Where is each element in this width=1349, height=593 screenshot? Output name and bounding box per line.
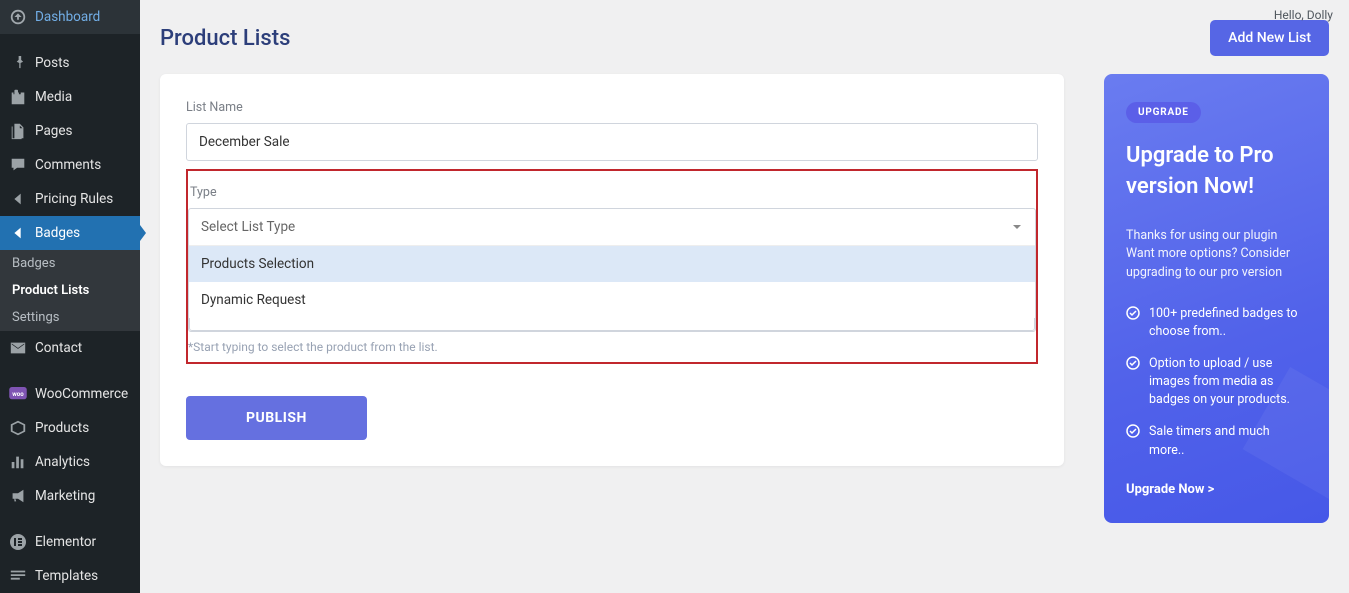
page-header: Product Lists Add New List (160, 20, 1329, 56)
megaphone-icon (8, 486, 28, 506)
bars-icon (8, 452, 28, 472)
submenu-item-product-lists[interactable]: Product Lists (0, 277, 140, 304)
sidebar-item-label: Contact (35, 340, 82, 356)
type-field-highlighted: Type Select List Type Products Selection… (186, 169, 1038, 364)
upgrade-now-link[interactable]: Upgrade Now > (1126, 482, 1214, 497)
upgrade-description: Thanks for using our plugin Want more op… (1126, 227, 1307, 283)
sidebar-item-label: WooCommerce (35, 386, 128, 402)
upgrade-feature-3: Sale timers and much more.. (1126, 423, 1307, 459)
sidebar-item-badges[interactable]: Badges (0, 216, 140, 250)
sidebar-item-label: Comments (35, 157, 101, 173)
sidebar-item-label: Pages (35, 123, 73, 139)
upgrade-pill: UPGRADE (1126, 102, 1201, 123)
publish-button[interactable]: PUBLISH (186, 396, 367, 440)
type-select[interactable]: Select List Type Products Selection Dyna… (188, 208, 1036, 332)
svg-text:woo: woo (12, 391, 24, 398)
sidebar-item-label: Templates (35, 568, 98, 584)
sidebar-item-posts[interactable]: Posts (0, 46, 140, 80)
page-title: Product Lists (160, 26, 290, 51)
sidebar-item-label: Pricing Rules (35, 191, 113, 207)
type-search-partial[interactable] (189, 318, 1035, 331)
elementor-icon (8, 532, 28, 552)
upgrade-feature-text: Option to upload / use images from media… (1149, 355, 1307, 409)
sidebar-item-marketing[interactable]: Marketing (0, 479, 140, 513)
list-name-label: List Name (186, 100, 1038, 115)
type-label: Type (188, 185, 1036, 200)
sidebar-item-comments[interactable]: Comments (0, 148, 140, 182)
pages-icon (8, 121, 28, 141)
upgrade-feature-text: 100+ predefined badges to choose from.. (1149, 305, 1307, 341)
sidebar-item-woocommerce[interactable]: woo WooCommerce (0, 377, 140, 411)
sidebar-item-label: Media (35, 89, 72, 105)
upgrade-feature-1: 100+ predefined badges to choose from.. (1126, 305, 1307, 341)
main-content: Hello, Dolly Product Lists Add New List … (140, 0, 1349, 593)
list-form-card: List Name Type Select List Type Products… (160, 74, 1064, 466)
check-icon (1126, 306, 1140, 320)
media-icon (8, 87, 28, 107)
sidebar-item-label: Posts (35, 55, 69, 71)
type-hint-text: *Start typing to select the product from… (188, 340, 1036, 354)
upgrade-title: Upgrade to Pro version Now! (1126, 141, 1307, 203)
type-select-placeholder: Select List Type (201, 219, 295, 235)
sidebar-item-templates[interactable]: Templates (0, 559, 140, 593)
sidebar-item-label: Marketing (35, 488, 95, 504)
sidebar-item-label: Badges (35, 225, 80, 241)
type-option-dynamic-request[interactable]: Dynamic Request (189, 282, 1035, 318)
comment-icon (8, 155, 28, 175)
sidebar-item-products[interactable]: Products (0, 411, 140, 445)
templates-icon (8, 566, 28, 586)
sidebar-item-analytics[interactable]: Analytics (0, 445, 140, 479)
check-icon (1126, 424, 1140, 438)
admin-sidebar: Dashboard Posts Media Pages Comments Pri… (0, 0, 140, 593)
submenu-item-settings[interactable]: Settings (0, 304, 140, 331)
back-icon (8, 223, 28, 243)
sidebar-item-dashboard[interactable]: Dashboard (0, 0, 140, 34)
chevron-down-icon (1011, 221, 1023, 233)
pin-icon (8, 53, 28, 73)
upgrade-promo-card: UPGRADE Upgrade to Pro version Now! Than… (1104, 74, 1329, 523)
sidebar-item-pricing-rules[interactable]: Pricing Rules (0, 182, 140, 216)
dashboard-icon (8, 7, 28, 27)
sidebar-item-pages[interactable]: Pages (0, 114, 140, 148)
type-select-header[interactable]: Select List Type (189, 209, 1035, 245)
sidebar-item-contact[interactable]: Contact (0, 331, 140, 365)
list-name-input[interactable] (186, 123, 1038, 161)
mail-icon (8, 338, 28, 358)
upgrade-feature-text: Sale timers and much more.. (1149, 423, 1307, 459)
type-option-products-selection[interactable]: Products Selection (189, 246, 1035, 282)
upgrade-feature-2: Option to upload / use images from media… (1126, 355, 1307, 409)
type-options-dropdown: Products Selection Dynamic Request (189, 245, 1035, 318)
sidebar-item-media[interactable]: Media (0, 80, 140, 114)
sidebar-item-label: Products (35, 420, 89, 436)
sidebar-item-label: Dashboard (35, 9, 100, 25)
sidebar-item-label: Elementor (35, 534, 96, 550)
hello-dolly-text: Hello, Dolly (1274, 8, 1333, 22)
back-icon (8, 189, 28, 209)
sidebar-item-elementor[interactable]: Elementor (0, 525, 140, 559)
box-icon (8, 418, 28, 438)
sidebar-submenu: Badges Product Lists Settings (0, 250, 140, 331)
woo-icon: woo (8, 384, 28, 404)
add-new-list-button[interactable]: Add New List (1210, 20, 1329, 56)
sidebar-item-label: Analytics (35, 454, 90, 470)
check-icon (1126, 356, 1140, 370)
submenu-item-badges[interactable]: Badges (0, 250, 140, 277)
